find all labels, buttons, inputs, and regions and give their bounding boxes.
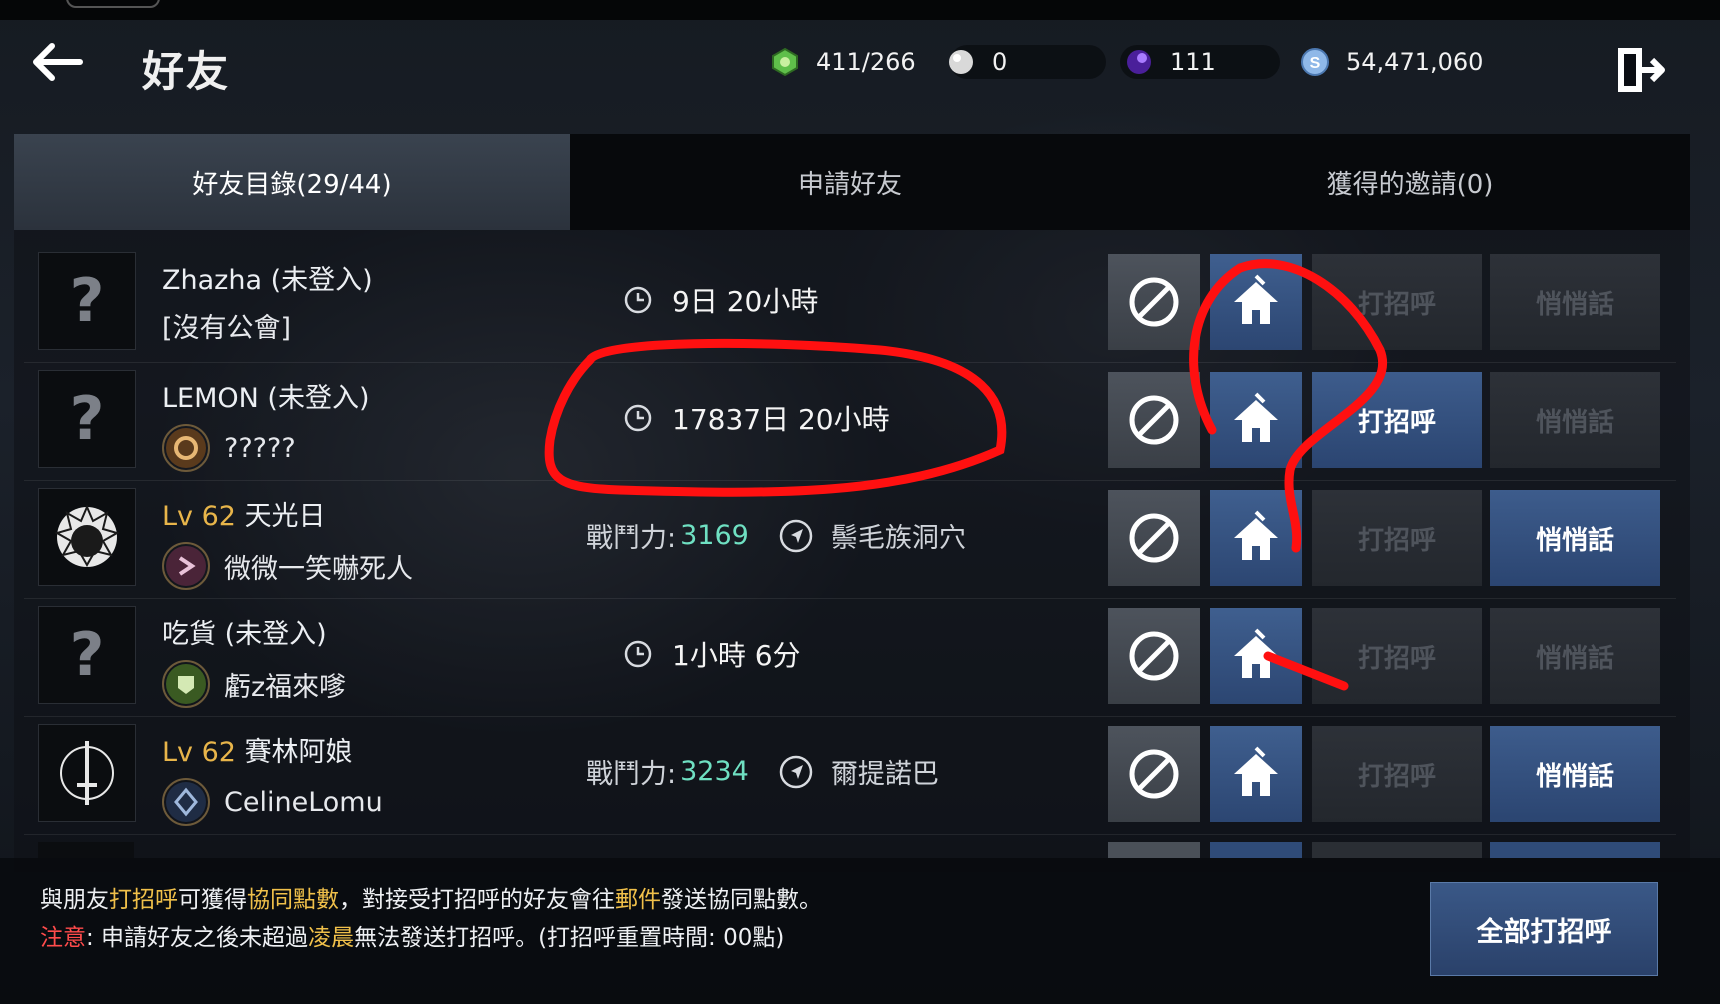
whisper-button[interactable]: 悄悄話 bbox=[1490, 726, 1660, 822]
greeting-notice: 與朋友打招呼可獲得協同點數，對接受打招呼的好友會往郵件發送協同點數。 bbox=[40, 887, 822, 913]
crystal-icon bbox=[1127, 50, 1151, 74]
friend-row: ? 吃貨 (未登入) 虧z福來嗲 1小時 6分 打招呼 悄悄話 bbox=[24, 598, 1676, 717]
guild-emblem-icon bbox=[162, 660, 210, 708]
avatar[interactable]: ? bbox=[38, 606, 136, 704]
avatar-partial bbox=[38, 842, 134, 858]
greet-button[interactable]: 打招呼 bbox=[1312, 372, 1482, 468]
lion-crest-icon bbox=[54, 504, 120, 568]
sword-crest-icon bbox=[60, 741, 114, 805]
svg-text:S: S bbox=[1310, 55, 1321, 72]
friend-name: Lv 62 賽林阿娘 bbox=[162, 737, 353, 768]
tab-bar: 好友目錄(29/44) 申請好友 獲得的邀請(0) bbox=[14, 134, 1690, 230]
friend-name: 吃貨 (未登入) bbox=[162, 619, 327, 650]
home-icon bbox=[1234, 628, 1278, 678]
exit-button[interactable] bbox=[1612, 42, 1670, 98]
guild-emblem-icon bbox=[162, 542, 210, 590]
unknown-avatar-icon: ? bbox=[69, 384, 105, 454]
guild-emblem-icon bbox=[162, 424, 210, 472]
whisper-button-partial[interactable] bbox=[1490, 842, 1660, 858]
resource-pearl[interactable]: 0 bbox=[946, 44, 1007, 80]
home-button-partial[interactable] bbox=[1210, 842, 1302, 858]
greet-button-partial[interactable] bbox=[1312, 842, 1482, 858]
visit-home-button[interactable] bbox=[1210, 254, 1302, 350]
resource-silver[interactable]: S 54,471,060 bbox=[1300, 44, 1483, 80]
combat-power: 戰鬥力: 3234 爾提諾巴 bbox=[586, 755, 939, 790]
visit-home-button[interactable] bbox=[1210, 490, 1302, 586]
block-button[interactable] bbox=[1108, 726, 1200, 822]
unknown-avatar-icon: ? bbox=[69, 620, 105, 690]
greet-button[interactable]: 打招呼 bbox=[1312, 608, 1482, 704]
block-icon bbox=[1129, 395, 1179, 445]
tab-received-invites[interactable]: 獲得的邀請(0) bbox=[1130, 134, 1690, 230]
exit-door-icon bbox=[1618, 48, 1665, 92]
friend-name: LEMON (未登入) bbox=[162, 383, 370, 414]
visit-home-button[interactable] bbox=[1210, 372, 1302, 468]
block-icon bbox=[1129, 749, 1179, 799]
resource-stamina[interactable]: 411/266 bbox=[770, 44, 916, 80]
greet-button[interactable]: 打招呼 bbox=[1312, 254, 1482, 350]
location-arrow-icon bbox=[779, 755, 813, 788]
clock-icon bbox=[624, 404, 652, 432]
combat-power: 戰鬥力: 3169 鬃毛族洞穴 bbox=[586, 519, 966, 554]
avatar[interactable]: ? bbox=[38, 252, 136, 350]
friend-guild: ????? bbox=[162, 424, 296, 472]
friend-name: Zhazha (未登入) bbox=[162, 265, 373, 296]
guild-emblem-icon bbox=[162, 778, 210, 826]
avatar[interactable] bbox=[38, 724, 136, 822]
home-icon bbox=[1234, 392, 1278, 442]
friend-guild: 微微一笑嚇死人 bbox=[162, 542, 413, 590]
whisper-button[interactable]: 悄悄話 bbox=[1490, 372, 1660, 468]
greet-all-button[interactable]: 全部打招呼 bbox=[1430, 882, 1658, 976]
block-icon bbox=[1129, 277, 1179, 327]
tab-friend-list[interactable]: 好友目錄(29/44) bbox=[14, 134, 570, 230]
resource-crystal[interactable]: 111 bbox=[1124, 44, 1216, 80]
friend-row: Lv 62 天光日 微微一笑嚇死人 戰鬥力: 3169 鬃毛族洞穴 打招呼 悄悄… bbox=[24, 480, 1676, 599]
caution-notice: 注意: 申請好友之後未超過凌晨無法發送打招呼。(打招呼重置時間: 00點) bbox=[40, 925, 785, 951]
location-arrow-icon bbox=[779, 519, 813, 552]
back-arrow-icon bbox=[33, 43, 83, 81]
block-icon bbox=[1129, 631, 1179, 681]
block-button[interactable] bbox=[1108, 372, 1200, 468]
friend-row: ? Zhazha (未登入) [沒有公會] 9日 20小時 打招呼 悄悄話 bbox=[24, 244, 1676, 363]
clock-icon bbox=[624, 286, 652, 314]
last-login: 9日 20小時 bbox=[624, 280, 818, 320]
home-icon bbox=[1234, 274, 1278, 324]
greet-button[interactable]: 打招呼 bbox=[1312, 726, 1482, 822]
block-button[interactable] bbox=[1108, 254, 1200, 350]
whisper-button[interactable]: 悄悄話 bbox=[1490, 608, 1660, 704]
friend-guild: CelineLomu bbox=[162, 778, 383, 826]
greet-button[interactable]: 打招呼 bbox=[1312, 490, 1482, 586]
tab-request-friend[interactable]: 申請好友 bbox=[570, 134, 1130, 230]
friend-guild: [沒有公會] bbox=[162, 313, 292, 344]
back-button[interactable] bbox=[28, 40, 88, 84]
avatar[interactable] bbox=[38, 488, 136, 586]
top-handle bbox=[66, 0, 160, 8]
silver-coin-icon: S bbox=[1301, 48, 1329, 76]
clock-icon bbox=[624, 640, 652, 668]
friend-guild: 虧z福來嗲 bbox=[162, 660, 346, 708]
stamina-icon bbox=[772, 47, 798, 77]
home-icon bbox=[1234, 746, 1278, 796]
whisper-button[interactable]: 悄悄話 bbox=[1490, 254, 1660, 350]
status-strip bbox=[0, 0, 1720, 20]
friend-row: ? LEMON (未登入) ????? 17837日 20小時 打招呼 悄悄話 bbox=[24, 362, 1676, 481]
last-login: 1小時 6分 bbox=[624, 634, 801, 674]
pearl-icon bbox=[949, 50, 973, 74]
whisper-button[interactable]: 悄悄話 bbox=[1490, 490, 1660, 586]
block-button[interactable] bbox=[1108, 490, 1200, 586]
page-title: 好友 bbox=[142, 47, 231, 96]
block-button-partial[interactable] bbox=[1108, 842, 1200, 858]
avatar[interactable]: ? bbox=[38, 370, 136, 468]
friend-row-partial bbox=[24, 842, 1676, 858]
visit-home-button[interactable] bbox=[1210, 608, 1302, 704]
visit-home-button[interactable] bbox=[1210, 726, 1302, 822]
friend-name: Lv 62 天光日 bbox=[162, 501, 326, 532]
last-login: 17837日 20小時 bbox=[624, 398, 890, 438]
block-icon bbox=[1129, 513, 1179, 563]
unknown-avatar-icon: ? bbox=[69, 266, 105, 336]
block-button[interactable] bbox=[1108, 608, 1200, 704]
friend-row: Lv 62 賽林阿娘 CelineLomu 戰鬥力: 3234 爾提諾巴 打招呼… bbox=[24, 716, 1676, 835]
home-icon bbox=[1234, 510, 1278, 560]
